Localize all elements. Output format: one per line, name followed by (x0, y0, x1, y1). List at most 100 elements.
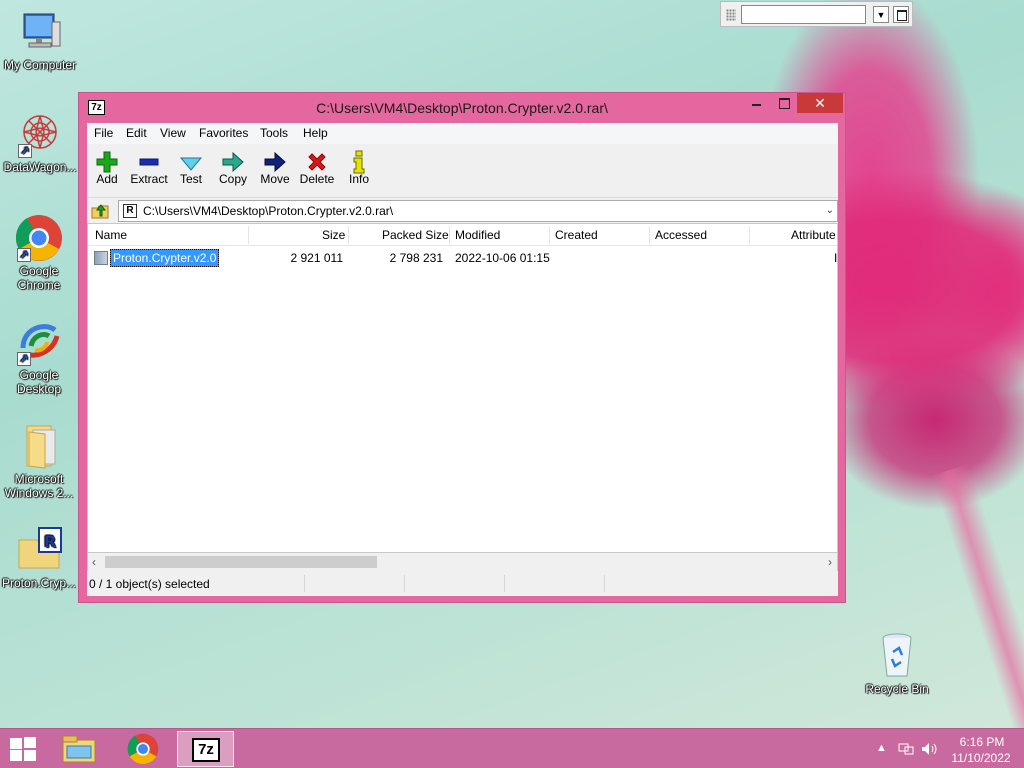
desktop-icon-google-desktop[interactable]: ↗ Google Desktop (0, 318, 79, 396)
scroll-right-icon[interactable]: › (828, 555, 832, 569)
wallpaper-flower-stem (930, 463, 1024, 762)
chevron-down-icon[interactable]: ⌄ (826, 205, 834, 216)
desktop-icon-microsoft-windows[interactable]: Microsoft Windows 2... (0, 422, 79, 500)
taskbar: 7z ▲ 6:16 PM 11/10/2022 (0, 728, 1024, 768)
delete-x-icon (296, 148, 338, 172)
status-bar: 0 / 1 object(s) selected (87, 571, 838, 596)
status-pane (505, 575, 605, 592)
desktop-icon-google-chrome[interactable]: ↗ Google Chrome (0, 214, 79, 292)
menu-help[interactable]: Help (303, 126, 328, 140)
menu-file[interactable]: File (94, 126, 113, 140)
clock-time[interactable]: 6:16 PM (958, 735, 1006, 749)
col-attribute[interactable]: Attribute (791, 228, 836, 242)
file-manager-window: 7z C:\Users\VM4\Desktop\Proton.Crypter.v… (78, 92, 846, 603)
column-divider[interactable] (649, 226, 650, 244)
chrome-icon (127, 733, 159, 765)
desktop-icon-proton-crypter[interactable]: R Proton.Cryp... (0, 526, 79, 590)
status-pane (305, 575, 405, 592)
column-divider[interactable] (749, 226, 750, 244)
table-row[interactable]: Proton.Crypter.v2.0 2 921 011 2 798 231 … (88, 248, 837, 268)
col-modified[interactable]: Modified (455, 228, 500, 242)
col-size[interactable]: Size (322, 228, 345, 242)
extract-button[interactable]: Extract (128, 148, 170, 192)
desktop-icon-label: Google Chrome (17, 264, 61, 292)
move-button[interactable]: Move (254, 148, 296, 192)
svg-text:R: R (44, 532, 56, 551)
volume-icon[interactable] (921, 742, 939, 759)
delete-button[interactable]: Delete (296, 148, 338, 192)
info-button[interactable]: Info (338, 148, 380, 192)
window-title: C:\Users\VM4\Desktop\Proton.Crypter.v2.0… (316, 100, 608, 116)
maximize-icon[interactable] (893, 6, 909, 23)
desktop-icon-datawagon[interactable]: ↗ DataWagon... (0, 110, 80, 174)
taskbar-file-explorer[interactable] (52, 731, 106, 767)
column-divider[interactable] (449, 226, 450, 244)
start-button[interactable] (10, 737, 38, 761)
desktop-icon-recycle-bin[interactable]: Recycle Bin (857, 632, 937, 696)
close-button[interactable]: ✕ (797, 93, 843, 113)
windows-logo-icon (10, 750, 22, 761)
shortcut-arrow-icon: ↗ (18, 144, 32, 158)
rar-archive-icon: R (15, 526, 63, 574)
column-headers: Name Size Packed Size Modified Created A… (88, 224, 837, 246)
clock-date[interactable]: 11/10/2022 (950, 751, 1012, 765)
drag-grip-icon[interactable] (726, 9, 736, 21)
row-attribute: I (834, 251, 838, 265)
chevron-down-icon[interactable]: ▼ (873, 6, 889, 23)
menu-edit[interactable]: Edit (126, 126, 147, 140)
menu-bar: File Edit View Favorites Tools Help (87, 123, 838, 144)
title-bar[interactable]: 7z C:\Users\VM4\Desktop\Proton.Crypter.v… (79, 93, 845, 123)
google-desktop-icon: ↗ (15, 318, 63, 366)
datawagon-icon: ↗ (16, 110, 64, 158)
test-button[interactable]: Test (170, 148, 212, 192)
row-name[interactable]: Proton.Crypter.v2.0 (110, 249, 220, 267)
col-created[interactable]: Created (555, 228, 598, 242)
file-explorer-icon (62, 735, 96, 763)
row-size: 2 921 011 (290, 251, 344, 265)
folder-up-button[interactable] (91, 202, 109, 220)
floating-search-input[interactable] (741, 5, 866, 24)
menu-tools[interactable]: Tools (260, 126, 288, 140)
desktop-icon-label: Google Desktop (16, 368, 62, 396)
column-divider[interactable] (248, 226, 249, 244)
extract-label: Extract (130, 172, 168, 186)
toolbar: Add Extract Test Copy Move Delete Info (87, 144, 838, 196)
minus-icon (128, 148, 170, 172)
scrollbar-thumb[interactable] (105, 556, 377, 568)
taskbar-7zip[interactable]: 7z (177, 731, 234, 767)
column-divider[interactable] (348, 226, 349, 244)
7zip-icon: 7z (192, 738, 220, 762)
add-button[interactable]: Add (86, 148, 128, 192)
column-divider[interactable] (549, 226, 550, 244)
test-label: Test (179, 172, 202, 186)
row-packed-size: 2 798 231 (389, 251, 443, 265)
menu-favorites[interactable]: Favorites (199, 126, 248, 140)
delete-label: Delete (299, 172, 335, 186)
file-list: Name Size Packed Size Modified Created A… (87, 223, 838, 553)
menu-view[interactable]: View (160, 126, 186, 140)
rar-file-icon: R (123, 204, 137, 218)
desktop-icon-label: Proton.Cryp... (1, 576, 77, 590)
copy-button[interactable]: Copy (212, 148, 254, 192)
scroll-left-icon[interactable]: ‹ (92, 555, 96, 569)
computer-icon (16, 8, 64, 56)
network-icon[interactable] (898, 742, 914, 759)
add-label: Add (96, 172, 118, 186)
desktop-icon-my-computer[interactable]: My Computer (0, 8, 80, 72)
path-combobox[interactable]: R C:\Users\VM4\Desktop\Proton.Crypter.v2… (118, 200, 838, 222)
col-packed-size[interactable]: Packed Size (382, 228, 449, 242)
folder-icon (94, 251, 108, 265)
col-accessed[interactable]: Accessed (655, 228, 707, 242)
show-hidden-icons-icon[interactable]: ▲ (876, 742, 887, 754)
floating-search-bar: ▼ (720, 1, 913, 27)
taskbar-google-chrome[interactable] (115, 731, 171, 767)
maximize-button[interactable] (770, 93, 797, 113)
status-pane (405, 575, 505, 592)
horizontal-scrollbar[interactable]: ‹ › (87, 553, 838, 571)
col-name[interactable]: Name (95, 228, 127, 242)
recycle-bin-icon (873, 632, 921, 680)
windows-logo-icon (24, 750, 36, 761)
shortcut-arrow-icon: ↗ (17, 248, 31, 262)
window-client-area: File Edit View Favorites Tools Help Add (87, 123, 838, 596)
minimize-button[interactable] (743, 93, 770, 113)
